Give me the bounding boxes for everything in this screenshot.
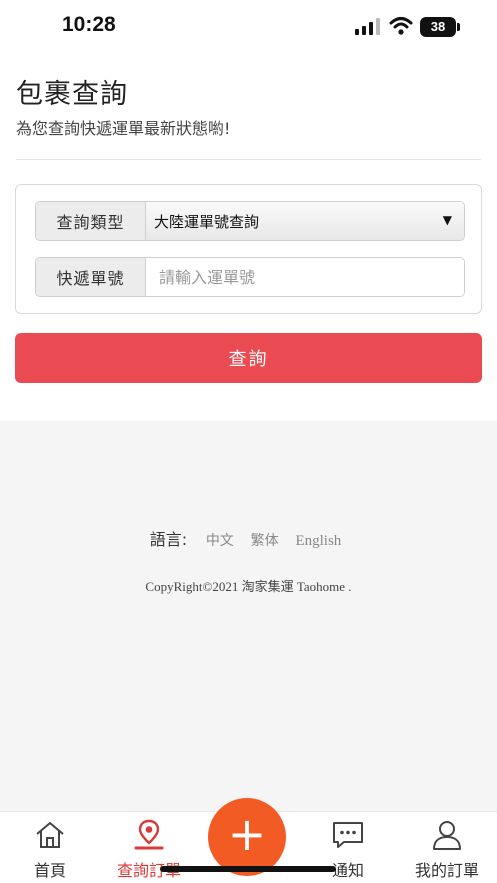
query-type-row: 查詢類型 大陸運單號查詢 ▼ — [35, 201, 465, 241]
language-option-english[interactable]: English — [295, 533, 341, 549]
tab-my-orders[interactable]: 我的訂單 — [397, 812, 497, 883]
copyright-text: CopyRight©2021 淘家集運 Taohome . — [145, 579, 352, 594]
tab-home[interactable]: 首頁 — [0, 812, 100, 883]
query-type-value: 大陸運單號查詢 — [154, 212, 260, 231]
status-time: 10:28 — [62, 13, 116, 36]
language-selector: 語言: 中文 繁体 English — [0, 526, 497, 550]
add-button[interactable]: + — [208, 798, 286, 876]
query-form: 查詢類型 大陸運單號查詢 ▼ 快遞單號 — [15, 184, 482, 314]
language-option-traditional[interactable]: 繁体 — [251, 533, 279, 549]
tracking-number-input[interactable] — [146, 258, 464, 296]
query-type-label: 查詢類型 — [36, 202, 146, 240]
tab-home-label: 首頁 — [33, 861, 66, 880]
query-button[interactable]: 查詢 — [15, 333, 482, 383]
chat-bubble-icon — [333, 822, 363, 848]
plus-icon: + — [227, 807, 267, 861]
user-icon — [433, 821, 461, 850]
tab-my-orders-label: 我的訂單 — [414, 861, 479, 880]
main-content: 包裹查詢 為您查詢快遞運單最新狀態喲! 查詢類型 大陸運單號查詢 ▼ 快遞單號 … — [0, 56, 497, 421]
query-type-select[interactable]: 大陸運單號查詢 ▼ — [146, 202, 464, 240]
language-option-chinese[interactable]: 中文 — [206, 533, 234, 549]
tab-notifications[interactable]: 通知 — [298, 812, 398, 883]
divider — [16, 159, 481, 160]
tab-query-orders[interactable]: 查詢訂單 — [99, 812, 199, 883]
tracking-number-row: 快遞單號 — [35, 257, 465, 297]
dropdown-arrow-icon: ▼ — [442, 213, 452, 227]
location-pin-icon — [134, 819, 164, 850]
tracking-number-label: 快遞單號 — [36, 258, 146, 296]
page-subtitle: 為您查詢快遞運單最新狀態喲! — [16, 119, 231, 138]
cellular-signal-icon — [355, 18, 380, 35]
battery-icon: 38 — [420, 17, 460, 37]
home-indicator — [160, 866, 336, 872]
page-title: 包裹查詢 — [16, 79, 128, 110]
language-label: 語言: — [149, 530, 188, 549]
status-bar: 10:28 38 — [0, 0, 497, 56]
wifi-icon — [389, 17, 413, 35]
home-icon — [36, 822, 64, 848]
